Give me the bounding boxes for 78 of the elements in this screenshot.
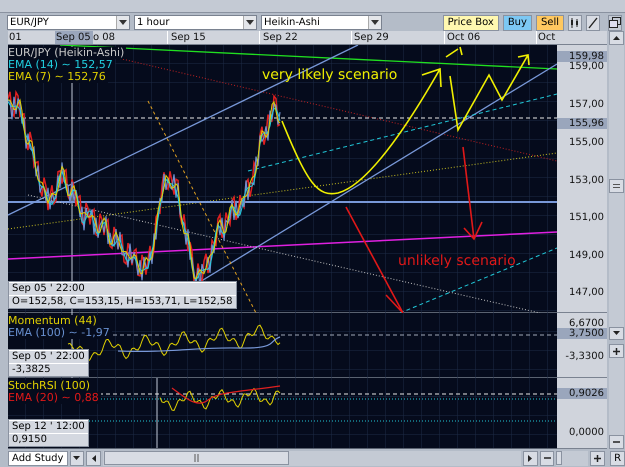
date-label: Sep 22: [262, 31, 299, 44]
symbol-select[interactable]: EUR/JPY: [7, 15, 130, 30]
windows-icon: [609, 17, 621, 28]
date-label: Sep 05: [55, 31, 93, 44]
chart-type-select[interactable]: Heikin-Ashi: [261, 15, 382, 30]
zoom-out-button[interactable]: [609, 435, 624, 449]
price-label: 151,00: [568, 212, 605, 223]
candles-tool-button[interactable]: [568, 14, 582, 30]
zoom-in-button[interactable]: [609, 344, 624, 358]
line-icon: [588, 16, 598, 28]
legend-label: EMA (100) ~ -1,97: [8, 326, 112, 339]
zoom-in-button[interactable]: [590, 450, 606, 466]
crosshair-line: [156, 378, 158, 448]
scroll-thumb[interactable]: [104, 451, 290, 465]
value-label: 0,9026: [557, 388, 607, 400]
interval-select[interactable]: 1 hour: [134, 15, 257, 30]
dropdown-icon: [73, 456, 80, 460]
zoom-slider-thumb[interactable]: [556, 451, 562, 465]
scroll-thumb[interactable]: [609, 178, 624, 193]
date-label: 01: [8, 31, 23, 44]
legend-label: EUR/JPY (Heikin-Ashi): [8, 46, 126, 59]
info-time: Sep 05 ' 22:00: [9, 350, 88, 364]
info-values: -3,3825: [9, 363, 88, 376]
legend-label: EMA (7) ~ 152,76: [8, 70, 108, 83]
price-label: 159,00: [568, 60, 605, 72]
toolbar-button[interactable]: Price Box: [442, 14, 499, 30]
line-tool-button[interactable]: [586, 14, 600, 30]
price-label: 159,98: [557, 50, 607, 62]
scroll-up-button[interactable]: [609, 31, 624, 45]
price-label: 155,96: [557, 118, 607, 129]
date-label: Oct 06: [446, 31, 482, 44]
add-study-button[interactable]: Add Study: [8, 450, 68, 466]
price-label: 147,00: [568, 286, 605, 298]
info-values: O=152,58, C=153,15, H=153,71, L=152,58: [9, 294, 236, 308]
date-label: Sep 29: [353, 31, 390, 44]
right-arrow-icon: [528, 454, 532, 462]
scroll-left-button[interactable]: [86, 450, 102, 466]
price-label: 157,00: [568, 98, 605, 110]
value-label: 0,0000: [568, 427, 605, 438]
legend-label: EMA (20) ~ 0,88: [8, 392, 101, 404]
toolbar-button[interactable]: Buy: [502, 14, 532, 30]
legend-label: Momentum (44): [8, 314, 99, 327]
info-values: 0,9150: [9, 433, 88, 446]
down-arrow-icon: [613, 331, 620, 336]
date-label: o 08: [92, 31, 116, 44]
dropdown-icon: [368, 16, 381, 29]
value-label: 6,6700: [568, 318, 605, 329]
price-label: 155,00: [568, 136, 605, 148]
toolbar-button[interactable]: Sell: [536, 14, 564, 30]
dropdown-icon: [116, 16, 129, 29]
date-label: Sep 15: [170, 31, 207, 44]
candlestick-icon: [570, 16, 580, 28]
reset-button[interactable]: R: [610, 450, 625, 466]
minus-icon: [613, 441, 620, 444]
price-label: 149,00: [568, 250, 605, 261]
scroll-down-button[interactable]: [609, 326, 624, 340]
up-arrow-icon: [613, 36, 620, 40]
zoom-out-button[interactable]: [540, 450, 554, 466]
annotation-text: very likely scenario: [262, 66, 398, 83]
grip-icon: [194, 454, 200, 462]
scroll-right-button[interactable]: [522, 450, 538, 466]
info-time: Sep 05 ' 22:00: [9, 282, 236, 295]
grip-icon: [613, 184, 620, 188]
window-button[interactable]: [608, 14, 622, 30]
price-label: 153,00: [568, 174, 605, 186]
date-label: Oct: [537, 31, 556, 44]
info-time: Sep 12 ' 12:00: [9, 420, 88, 433]
plus-icon: [613, 348, 620, 355]
annotation-text: unlikely scenario: [398, 252, 516, 269]
dropdown-icon: [243, 16, 256, 29]
study-dropdown-button[interactable]: [70, 450, 84, 466]
value-label: -3,3300: [564, 350, 605, 362]
plus-icon: [594, 454, 602, 462]
left-arrow-icon: [92, 454, 96, 462]
minus-icon: [544, 457, 551, 459]
value-label: 3,7500: [557, 328, 607, 339]
legend-label: EMA (14) ~ 152,57: [8, 58, 115, 71]
legend-label: StochRSI (100): [8, 380, 92, 392]
